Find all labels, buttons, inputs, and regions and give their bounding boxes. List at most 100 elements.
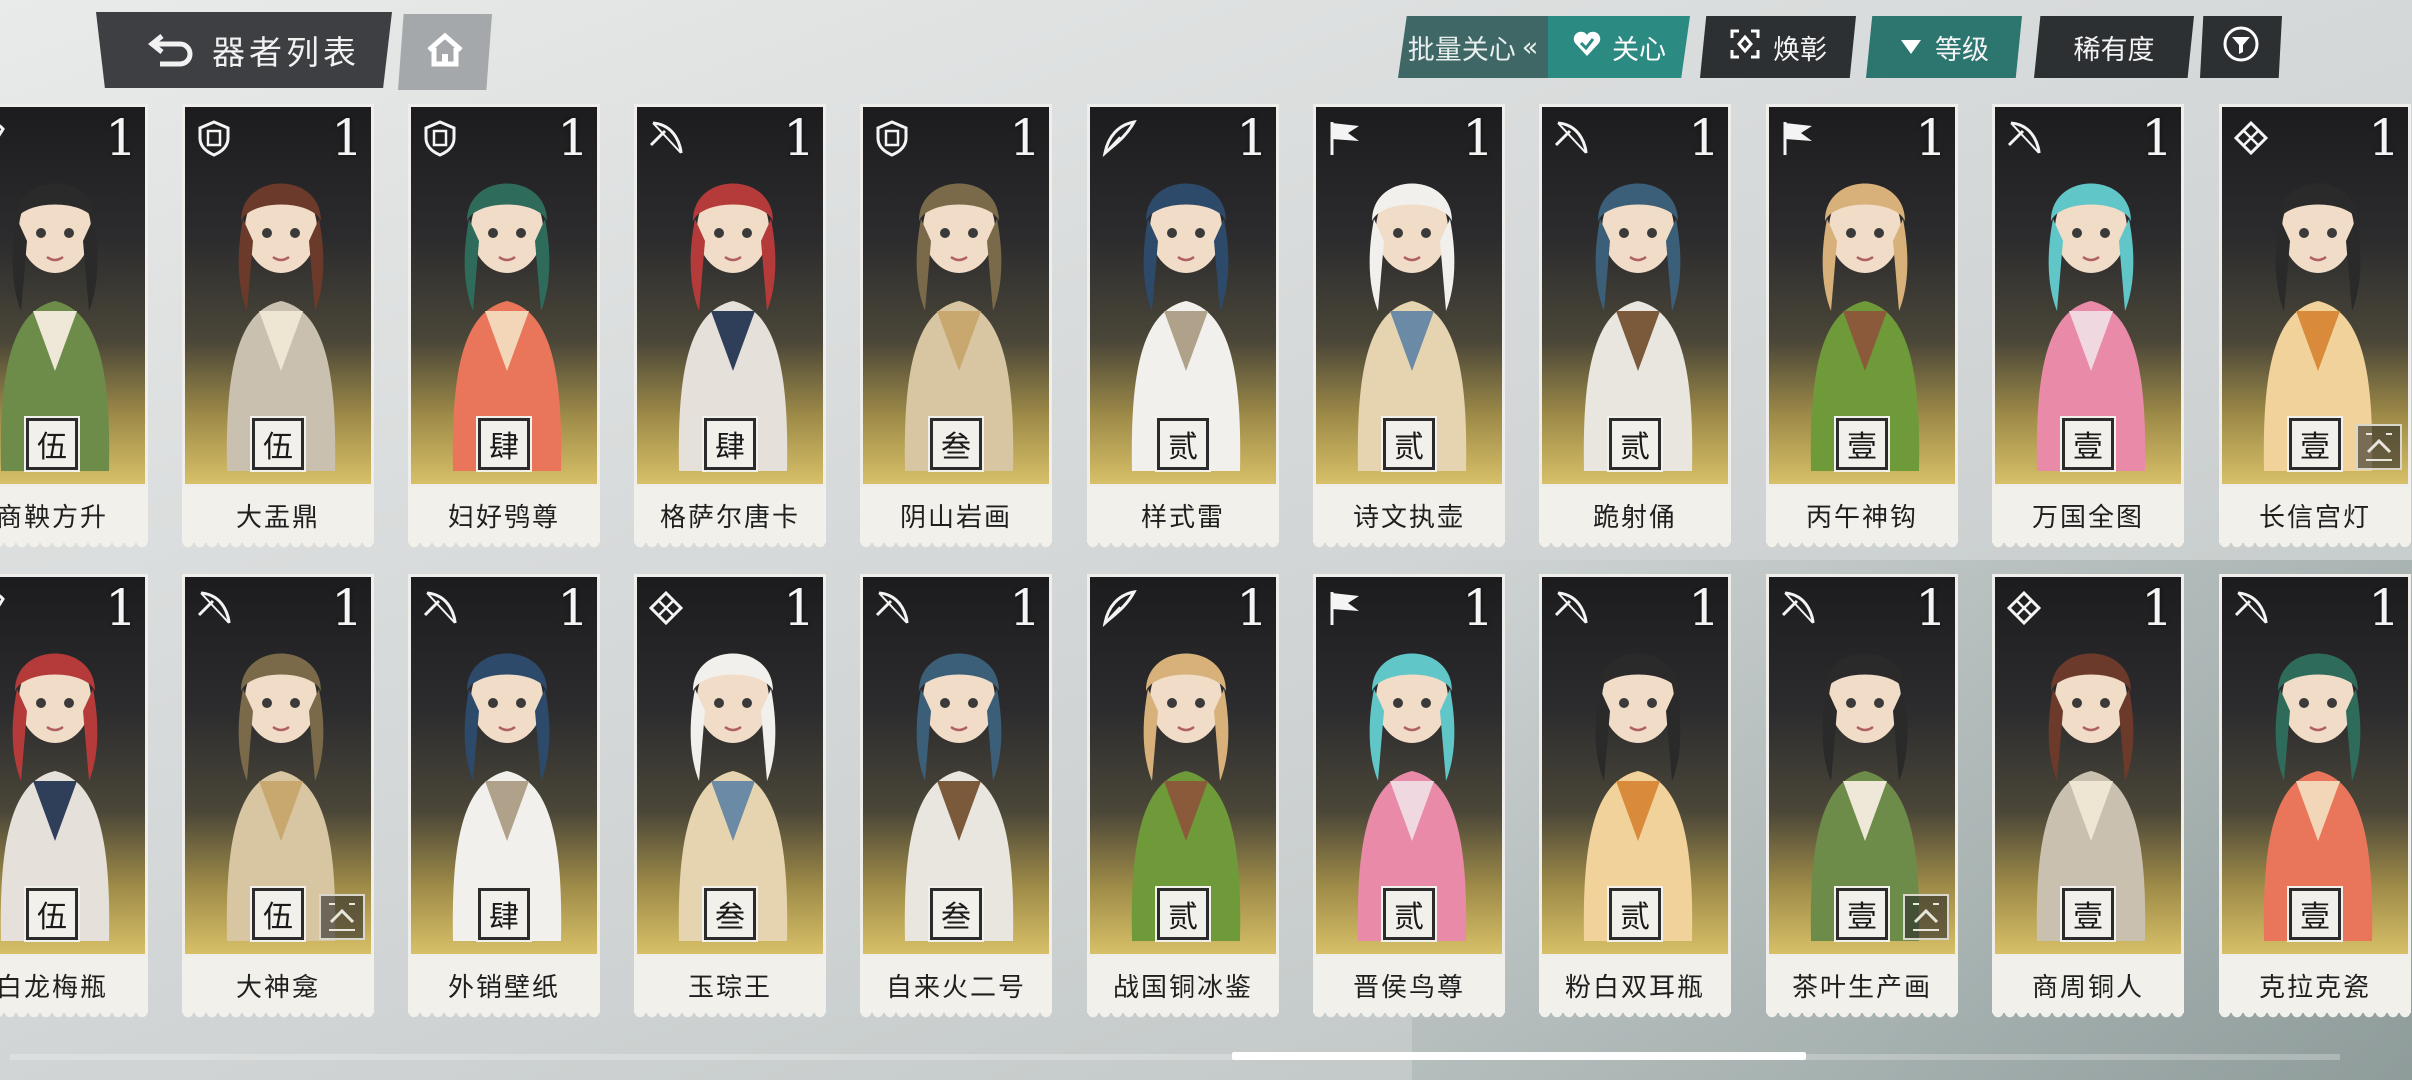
- collection-card[interactable]: 1 壹 茶叶生产画: [1766, 574, 1958, 1020]
- rank-badge: 壹: [2060, 416, 2116, 472]
- quill-icon: [1100, 119, 1138, 157]
- card-level: 1: [557, 109, 589, 167]
- collection-card[interactable]: 1 贰 跪射俑: [1539, 104, 1731, 550]
- collection-card[interactable]: 1 贰 样式雷: [1087, 104, 1279, 550]
- card-level: 1: [783, 109, 815, 167]
- card-portrait-frame: 1 贰: [1539, 574, 1731, 957]
- collection-card[interactable]: 1 贰 战国铜冰鉴: [1087, 574, 1279, 1020]
- card-name: 诗文执壶: [1313, 487, 1505, 550]
- card-portrait-frame: 1 伍: [0, 574, 148, 957]
- bow-icon: [873, 589, 911, 627]
- collection-card[interactable]: 1 叁 阴山岩画: [860, 104, 1052, 550]
- collection-card[interactable]: 1 壹 万国全图: [1992, 104, 2184, 550]
- card-name: 格萨尔唐卡: [634, 487, 826, 550]
- card-level: 1: [2368, 579, 2400, 637]
- collection-grid: 1 伍 商鞅方升 1 伍 大盂鼎 1 肆 妇好鸮尊 1 肆 格萨尔唐卡 1 叁 …: [0, 0, 2412, 1080]
- card-name: 商鞅方升: [0, 487, 148, 550]
- horizontal-scrollbar[interactable]: [10, 1054, 2340, 1060]
- rank-badge: 贰: [1155, 886, 1211, 942]
- fan-icon: [0, 589, 7, 627]
- collection-card[interactable]: 1 伍 大神龛: [182, 574, 374, 1020]
- card-level: 1: [1915, 109, 1947, 167]
- rank-badge: 叁: [928, 886, 984, 942]
- collection-card[interactable]: 1 伍 白龙梅瓶: [0, 574, 148, 1020]
- rank-badge: 贰: [1381, 416, 1437, 472]
- rank-badge: 肆: [702, 416, 758, 472]
- shield-icon: [195, 119, 233, 157]
- card-portrait-frame: 1 壹: [1766, 574, 1958, 957]
- card-name: 白龙梅瓶: [0, 957, 148, 1020]
- rank-badge: 壹: [1834, 886, 1890, 942]
- bow-icon: [195, 589, 233, 627]
- collection-card[interactable]: 1 壹 商周铜人: [1992, 574, 2184, 1020]
- card-level: 1: [105, 109, 137, 167]
- card-level: 1: [1688, 579, 1720, 637]
- card-level: 1: [1688, 109, 1720, 167]
- rank-badge: 肆: [476, 886, 532, 942]
- collection-card[interactable]: 1 贰 晋侯鸟尊: [1313, 574, 1505, 1020]
- card-portrait-frame: 1 叁: [634, 574, 826, 957]
- card-name: 茶叶生产画: [1766, 957, 1958, 1020]
- rank-badge: 肆: [476, 416, 532, 472]
- card-level: 1: [1236, 579, 1268, 637]
- collection-card[interactable]: 1 肆 外销壁纸: [408, 574, 600, 1020]
- card-portrait-frame: 1 肆: [408, 104, 600, 487]
- rank-badge: 壹: [2287, 416, 2343, 472]
- collection-card[interactable]: 1 壹 长信宫灯: [2219, 104, 2411, 550]
- card-name: 玉琮王: [634, 957, 826, 1020]
- rank-badge: 叁: [702, 886, 758, 942]
- shield-icon: [873, 119, 911, 157]
- upgrade-icon: [2356, 424, 2402, 470]
- card-level: 1: [105, 579, 137, 637]
- card-name: 晋侯鸟尊: [1313, 957, 1505, 1020]
- bow-icon: [2005, 119, 2043, 157]
- card-name: 长信宫灯: [2219, 487, 2411, 550]
- card-portrait-frame: 1 贰: [1087, 574, 1279, 957]
- card-portrait-frame: 1 壹: [1766, 104, 1958, 487]
- rank-badge: 壹: [1834, 416, 1890, 472]
- card-portrait-frame: 1 壹: [2219, 104, 2411, 487]
- knot-icon: [2232, 119, 2270, 157]
- rank-badge: 壹: [2060, 886, 2116, 942]
- flag-icon: [1326, 119, 1364, 157]
- collection-card[interactable]: 1 叁 自来火二号: [860, 574, 1052, 1020]
- collection-card[interactable]: 1 伍 商鞅方升: [0, 104, 148, 550]
- card-portrait-frame: 1 肆: [634, 104, 826, 487]
- card-level: 1: [2141, 579, 2173, 637]
- card-name: 样式雷: [1087, 487, 1279, 550]
- rank-badge: 伍: [24, 886, 80, 942]
- rank-badge: 叁: [928, 416, 984, 472]
- card-level: 1: [1236, 109, 1268, 167]
- card-level: 1: [331, 579, 363, 637]
- collection-card[interactable]: 1 壹 克拉克瓷: [2219, 574, 2411, 1020]
- collection-card[interactable]: 1 伍 大盂鼎: [182, 104, 374, 550]
- bow-icon: [421, 589, 459, 627]
- collection-card[interactable]: 1 肆 格萨尔唐卡: [634, 104, 826, 550]
- bow-icon: [1779, 589, 1817, 627]
- collection-card[interactable]: 1 肆 妇好鸮尊: [408, 104, 600, 550]
- card-level: 1: [2141, 109, 2173, 167]
- rank-badge: 伍: [250, 886, 306, 942]
- bow-icon: [647, 119, 685, 157]
- knot-icon: [2005, 589, 2043, 627]
- knot-icon: [647, 589, 685, 627]
- card-name: 万国全图: [1992, 487, 2184, 550]
- card-level: 1: [1462, 109, 1494, 167]
- quill-icon: [1100, 589, 1138, 627]
- bow-icon: [1552, 119, 1590, 157]
- card-level: 1: [1009, 109, 1041, 167]
- card-portrait-frame: 1 壹: [1992, 574, 2184, 957]
- rank-badge: 伍: [250, 416, 306, 472]
- card-name: 阴山岩画: [860, 487, 1052, 550]
- card-portrait-frame: 1 叁: [860, 104, 1052, 487]
- card-name: 战国铜冰鉴: [1087, 957, 1279, 1020]
- card-level: 1: [2368, 109, 2400, 167]
- collection-card[interactable]: 1 贰 粉白双耳瓶: [1539, 574, 1731, 1020]
- rank-badge: 贰: [1155, 416, 1211, 472]
- scrollbar-thumb[interactable]: [1232, 1052, 1806, 1060]
- card-level: 1: [1915, 579, 1947, 637]
- collection-card[interactable]: 1 叁 玉琮王: [634, 574, 826, 1020]
- collection-card[interactable]: 1 壹 丙午神钩: [1766, 104, 1958, 550]
- card-name: 自来火二号: [860, 957, 1052, 1020]
- collection-card[interactable]: 1 贰 诗文执壶: [1313, 104, 1505, 550]
